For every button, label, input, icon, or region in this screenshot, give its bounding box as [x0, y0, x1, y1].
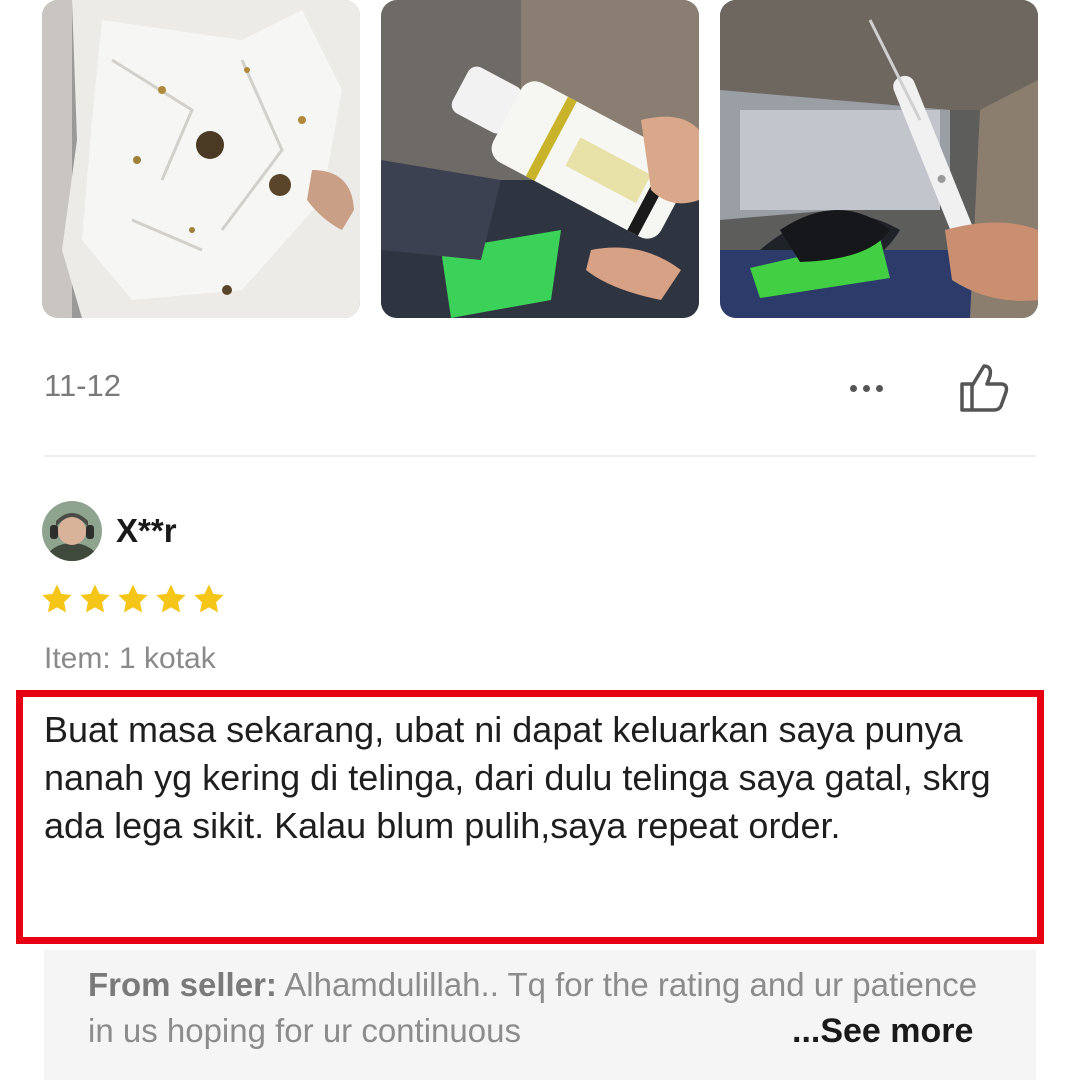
- avatar[interactable]: [42, 501, 102, 561]
- review-divider: [44, 455, 1036, 457]
- avatar-image: [42, 501, 102, 561]
- review-photo-ear-tool: [720, 0, 1038, 318]
- like-button[interactable]: [954, 360, 1012, 416]
- reviewer-name[interactable]: X**r: [116, 512, 177, 550]
- item-variant: Item: 1 kotak: [44, 642, 216, 675]
- star-icon: [42, 584, 72, 613]
- star-icon: [194, 584, 224, 613]
- star-icon: [80, 584, 110, 613]
- review-photo-2[interactable]: [381, 0, 699, 318]
- more-icon: [849, 384, 857, 392]
- review-date: 11-12: [44, 368, 121, 403]
- review-photo-3[interactable]: [720, 0, 1038, 318]
- review-photo-tissue: [42, 0, 360, 318]
- more-options-button[interactable]: [836, 366, 896, 410]
- rating-stars: [40, 582, 226, 616]
- review-text: Buat masa sekarang, ubat ni dapat keluar…: [44, 709, 991, 846]
- see-more-link[interactable]: ...See more: [792, 1008, 973, 1054]
- more-icon-dot: [862, 384, 870, 392]
- review-photo-1[interactable]: [42, 0, 360, 318]
- star-icon: [118, 584, 148, 613]
- star-icon: [156, 584, 186, 613]
- review-page: 11-12 X**r Item: 1 kotak Buat masa sekar…: [0, 0, 1080, 1080]
- more-icon-dot: [875, 384, 883, 392]
- seller-reply-label: From seller:: [88, 966, 277, 1003]
- review-photo-bottle: [381, 0, 699, 318]
- thumbs-up-icon: [960, 364, 1009, 412]
